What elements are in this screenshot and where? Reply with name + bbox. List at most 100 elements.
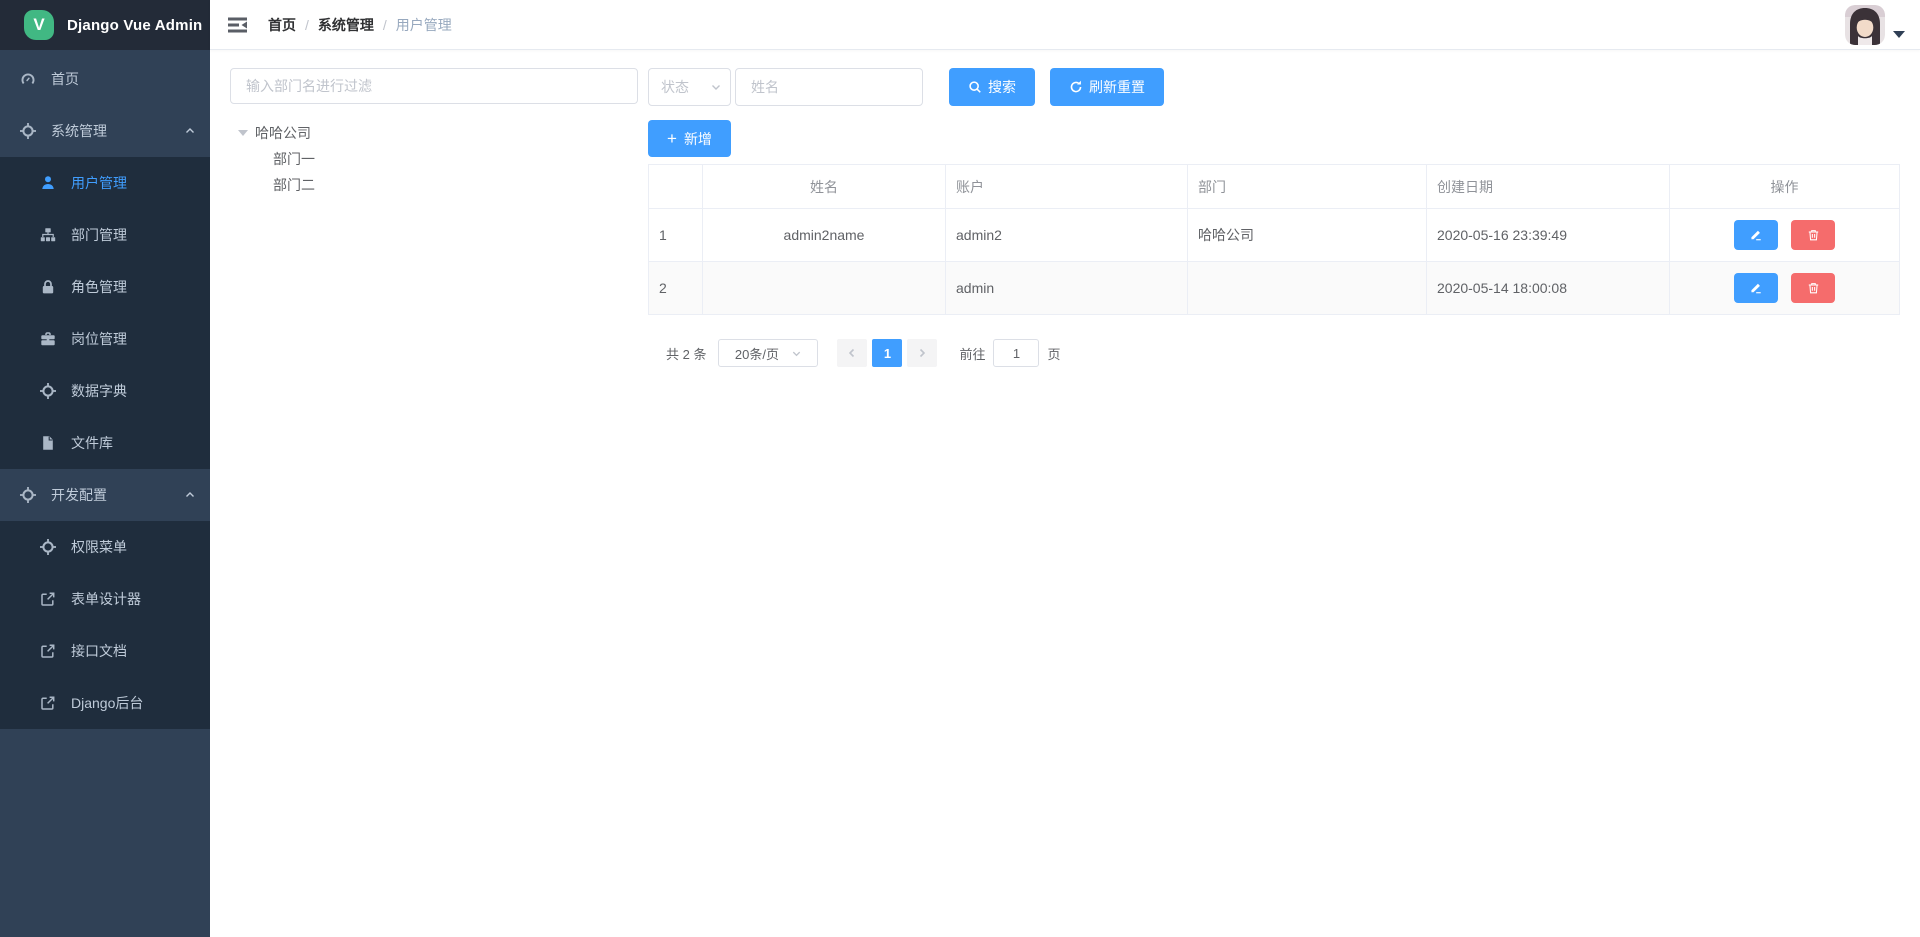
app-root: V Django Vue Admin 首页 系统管理 [0,0,1920,937]
tree-node-company[interactable]: 哈哈公司 [230,120,638,146]
cell-account: admin2 [946,209,1188,262]
tree-node-dept-1[interactable]: 部门一 [230,146,638,172]
user-table: 姓名 账户 部门 创建日期 操作 1 admin2name ad [648,164,1900,315]
delete-button[interactable] [1791,273,1835,303]
add-button-label: 新增 [684,129,712,149]
cell-index: 1 [649,209,703,262]
sidebar-item-label: 开发配置 [51,485,107,505]
next-page-button[interactable] [907,339,937,367]
sidebar-item-system-management[interactable]: 系统管理 [0,105,210,157]
sidebar-item-label: 表单设计器 [71,589,141,609]
sidebar-item-label: 数据字典 [71,381,127,401]
sidebar-item-department-management[interactable]: 部门管理 [0,209,210,261]
search-button[interactable]: 搜索 [949,68,1035,106]
user-icon [40,175,56,191]
page-number-button[interactable]: 1 [872,339,902,367]
cell-name [703,262,946,315]
user-avatar[interactable] [1845,5,1885,45]
refresh-reset-button[interactable]: 刷新重置 [1050,68,1164,106]
breadcrumb-separator: / [305,17,309,33]
sidebar-item-dev-config[interactable]: 开发配置 [0,469,210,521]
cell-index: 2 [649,262,703,315]
sidebar-item-data-dictionary[interactable]: 数据字典 [0,365,210,417]
sidebar-item-label: 岗位管理 [71,329,127,349]
breadcrumb-separator: / [383,17,387,33]
sidebar-logo[interactable]: V Django Vue Admin [0,0,210,50]
sidebar-item-label: 权限菜单 [71,537,127,557]
header-account: 账户 [946,165,1188,209]
sidebar-item-user-management[interactable]: 用户管理 [0,157,210,209]
aim-icon [20,123,36,139]
tree-node-dept-2[interactable]: 部门二 [230,172,638,198]
page-size-select[interactable]: 20条/页 [718,339,818,367]
sidebar-item-label: 角色管理 [71,277,127,297]
sidebar-item-home[interactable]: 首页 [0,53,210,105]
sidebar-item-django-backend[interactable]: Django后台 [0,677,210,729]
plus-icon: + [667,130,677,147]
sidebar-item-post-management[interactable]: 岗位管理 [0,313,210,365]
dashboard-icon [20,71,36,87]
page-jumper-input[interactable] [993,339,1039,367]
reset-button-label: 刷新重置 [1089,77,1145,97]
aim-icon [40,383,56,399]
add-button[interactable]: + 新增 [648,120,731,157]
status-select-placeholder: 状态 [661,77,689,97]
department-panel: 哈哈公司 部门一 部门二 [230,68,638,198]
org-tree-icon [40,227,56,243]
name-search-input[interactable] [735,68,923,106]
submenu-dev-config: 权限菜单 表单设计器 接口文档 [0,521,210,729]
edit-icon [1749,228,1763,242]
prev-page-button[interactable] [837,339,867,367]
delete-button[interactable] [1791,220,1835,250]
sidebar-item-permission-menu[interactable]: 权限菜单 [0,521,210,573]
sidebar-item-file-library[interactable]: 文件库 [0,417,210,469]
edit-button[interactable] [1734,273,1778,303]
sidebar-item-label: Django后台 [71,693,143,713]
chevron-right-icon [916,347,928,359]
tree-node-label: 哈哈公司 [255,123,311,143]
jumper-suffix: 页 [1047,344,1060,363]
app-title: Django Vue Admin [67,17,202,34]
caret-down-icon[interactable] [1893,31,1905,38]
table-row: 1 admin2name admin2 哈哈公司 2020-05-16 23:3… [649,209,1900,262]
hamburger-icon[interactable] [228,14,250,36]
chevron-up-icon [184,125,196,137]
pagination: 共 2 条 20条/页 1 前往 页 [648,339,1900,367]
sidebar-item-role-management[interactable]: 角色管理 [0,261,210,313]
trash-icon [1807,228,1820,242]
sidebar-item-label: 系统管理 [51,121,107,141]
search-icon [968,80,982,94]
sidebar-item-api-docs[interactable]: 接口文档 [0,625,210,677]
cell-actions [1670,262,1900,315]
cell-actions [1670,209,1900,262]
content: 哈哈公司 部门一 部门二 状态 [210,50,1920,937]
sidebar-item-label: 首页 [51,69,79,89]
department-filter-input[interactable] [230,68,638,104]
header-department: 部门 [1188,165,1427,209]
status-select[interactable]: 状态 [648,68,731,106]
vue-logo-icon: V [24,10,54,40]
breadcrumb-current: 用户管理 [396,15,452,35]
submenu-system-management: 用户管理 部门管理 角色管理 [0,157,210,469]
sidebar-item-label: 接口文档 [71,641,127,661]
sidebar-item-label: 文件库 [71,433,113,453]
chevron-up-icon [184,489,196,501]
breadcrumb-home[interactable]: 首页 [268,15,296,35]
caret-down-icon[interactable] [238,130,248,136]
sidebar-item-form-designer[interactable]: 表单设计器 [0,573,210,625]
header-name: 姓名 [703,165,946,209]
edit-icon [1749,281,1763,295]
chevron-left-icon [846,347,858,359]
external-link-icon [40,643,56,659]
cell-name: admin2name [703,209,946,262]
breadcrumb-system[interactable]: 系统管理 [318,15,374,35]
sidebar-item-label: 用户管理 [71,173,127,193]
table-row: 2 admin 2020-05-14 18:00:08 [649,262,1900,315]
chevron-down-icon [710,81,722,93]
header-index [649,165,703,209]
cell-department [1188,262,1427,315]
edit-button[interactable] [1734,220,1778,250]
briefcase-icon [40,331,56,347]
lock-icon [40,279,56,295]
refresh-icon [1069,80,1083,94]
